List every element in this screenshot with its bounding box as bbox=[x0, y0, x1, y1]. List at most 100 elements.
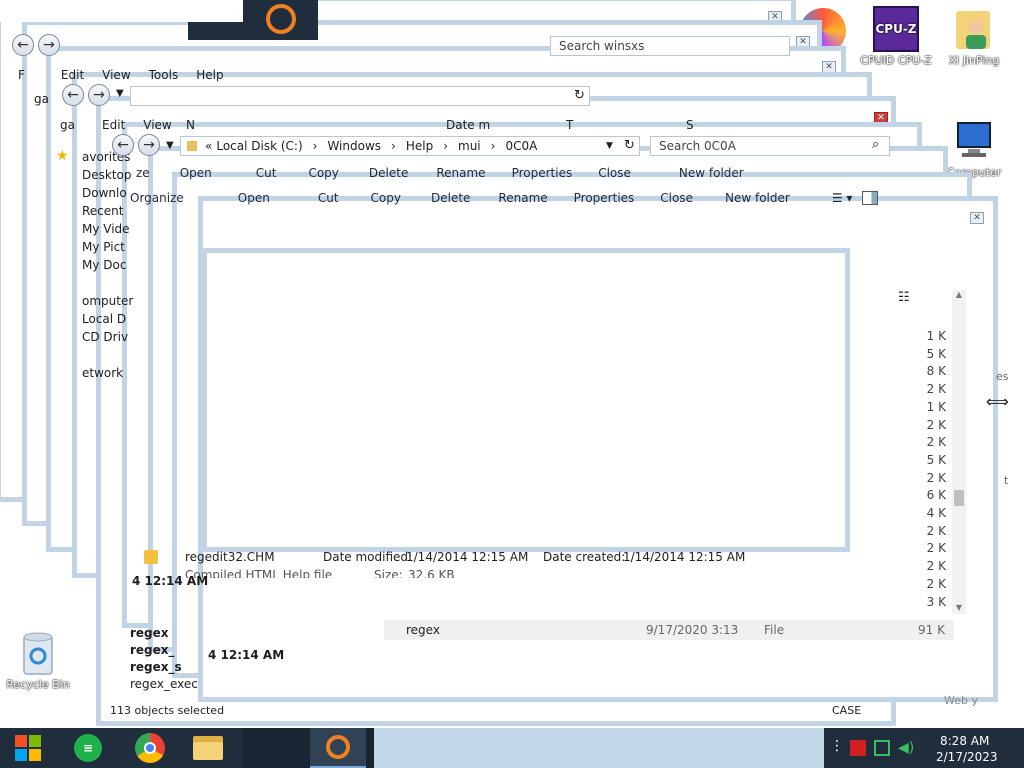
volume-icon[interactable]: ◀) bbox=[898, 740, 914, 756]
delete-button[interactable]: Delete bbox=[431, 191, 470, 205]
clock-time[interactable]: 8:28 AM bbox=[940, 734, 989, 748]
close-button[interactable]: Close bbox=[598, 166, 631, 180]
scroll-thumb[interactable] bbox=[954, 490, 964, 506]
menu-item-view[interactable]: View bbox=[143, 118, 171, 132]
clock-date[interactable]: 2/17/2023 bbox=[936, 750, 998, 764]
delete-button[interactable]: Delete bbox=[369, 166, 408, 180]
menu-item-file[interactable]: F bbox=[18, 68, 25, 82]
nav-item-computer[interactable]: omputer bbox=[82, 292, 133, 310]
nav-item-downloads[interactable]: Downlo bbox=[82, 184, 133, 202]
open-button[interactable]: Open bbox=[180, 166, 212, 180]
view-options-icon[interactable]: ☷ bbox=[898, 290, 910, 305]
nav-item-local-disk[interactable]: Local D bbox=[82, 310, 133, 328]
file-item[interactable]: regex_s bbox=[130, 659, 198, 676]
menu-item-edit[interactable]: Edit bbox=[61, 68, 84, 82]
rename-button[interactable]: Rename bbox=[436, 166, 485, 180]
file-item[interactable]: regex bbox=[130, 625, 198, 642]
close-icon[interactable]: ✕ bbox=[874, 112, 888, 124]
properties-button[interactable]: Properties bbox=[512, 166, 573, 180]
close-button[interactable]: Close bbox=[660, 191, 693, 205]
desktop-icon-cpuz[interactable]: CPU-Z CPUID CPU-Z bbox=[860, 6, 932, 67]
forward-icon[interactable]: → bbox=[138, 134, 160, 156]
search-icon[interactable]: ⌕ bbox=[872, 137, 879, 152]
menu-item-tools[interactable]: Tools bbox=[149, 68, 179, 82]
scroll-up-icon[interactable]: ▲ bbox=[952, 290, 966, 299]
nav-item-pictures[interactable]: My Pict bbox=[82, 238, 133, 256]
desktop-icon-computer[interactable]: Computer bbox=[938, 118, 1010, 179]
column-header-size[interactable]: S bbox=[686, 118, 694, 132]
column-header-date[interactable]: Date m bbox=[446, 118, 490, 132]
view-options-icon[interactable]: ☰ ▾ bbox=[832, 191, 853, 205]
notes-app[interactable]: ≡ bbox=[60, 728, 116, 768]
new-folder-button[interactable]: New folder bbox=[679, 166, 744, 180]
copy-button[interactable]: Copy bbox=[371, 191, 401, 205]
taskbar: ≡ ⋮ ◀) 8:28 AM 2/17/2023 bbox=[0, 728, 1024, 768]
edge-text-fragment: es bbox=[996, 370, 1009, 383]
folder-icon bbox=[187, 141, 197, 151]
breadcrumb-local-disk[interactable]: Local Disk (C:) bbox=[216, 139, 302, 153]
breadcrumb-overflow[interactable]: « bbox=[205, 139, 212, 153]
refresh-icon[interactable]: ↻ bbox=[624, 138, 635, 153]
nav-item-videos[interactable]: My Vide bbox=[82, 220, 133, 238]
forward-icon[interactable]: → bbox=[38, 34, 60, 56]
back-icon[interactable]: ← bbox=[112, 134, 134, 156]
network-icon[interactable] bbox=[874, 740, 890, 756]
vertical-scrollbar[interactable]: ▲ ▼ bbox=[952, 290, 966, 614]
cut-button[interactable]: Cut bbox=[318, 191, 339, 205]
copy-button[interactable]: Copy bbox=[308, 166, 338, 180]
search-input[interactable]: Search 0C0A bbox=[650, 136, 890, 156]
desktop-icon-recycle-bin[interactable]: Recycle Bin bbox=[2, 630, 74, 691]
breadcrumb-0c0a[interactable]: 0C0A bbox=[505, 139, 537, 153]
open-button[interactable]: Open bbox=[238, 191, 270, 205]
breadcrumb-windows[interactable]: Windows bbox=[327, 139, 381, 153]
close-icon[interactable]: ✕ bbox=[796, 36, 810, 48]
chevron-down-icon[interactable]: ▼ bbox=[606, 141, 613, 151]
address-bar-mid[interactable] bbox=[130, 86, 590, 106]
file-list: regex regex_ regex_s regex_exec bbox=[130, 625, 198, 693]
close-icon[interactable]: ✕ bbox=[822, 61, 836, 73]
file-item[interactable]: regex_exec bbox=[130, 676, 198, 693]
size-cell: 6 K bbox=[926, 488, 946, 503]
nav-item-desktop[interactable]: Desktop bbox=[82, 166, 133, 184]
properties-button[interactable]: Properties bbox=[574, 191, 635, 205]
breadcrumb-help[interactable]: Help bbox=[406, 139, 433, 153]
file-explorer-app[interactable] bbox=[180, 728, 236, 768]
nav-item-recent[interactable]: Recent bbox=[82, 202, 133, 220]
chevron-down-icon[interactable]: ▼ bbox=[116, 88, 124, 99]
column-header-name[interactable]: N bbox=[186, 118, 195, 132]
nav-item-cd-drive[interactable]: CD Driv bbox=[82, 328, 133, 346]
start-button[interactable] bbox=[0, 728, 56, 768]
nav-item-network[interactable]: etwork bbox=[82, 364, 133, 382]
toolbar-prefix[interactable]: ze bbox=[136, 166, 150, 180]
column-header-type[interactable]: T bbox=[566, 118, 573, 132]
scroll-down-icon[interactable]: ▼ bbox=[952, 603, 966, 612]
menu-item-help[interactable]: Help bbox=[196, 68, 223, 82]
rename-button[interactable]: Rename bbox=[498, 191, 547, 205]
organize-button[interactable]: Organize bbox=[130, 191, 184, 205]
search-input-winsxs[interactable]: Search winsxs bbox=[550, 36, 790, 56]
menu-item-view[interactable]: View bbox=[102, 68, 130, 82]
chrome-app[interactable] bbox=[122, 728, 178, 768]
chevron-down-icon[interactable]: ▼ bbox=[166, 140, 174, 151]
preview-pane-icon[interactable] bbox=[862, 191, 879, 205]
new-folder-button[interactable]: New folder bbox=[725, 191, 790, 205]
address-bar[interactable]: « Local Disk (C:) › Windows › Help › mui… bbox=[180, 136, 640, 156]
menu-item-edit[interactable]: Edit bbox=[102, 118, 125, 132]
search-app[interactable] bbox=[310, 728, 366, 768]
desktop-icon-user[interactable]: Xi JinPing bbox=[938, 6, 1010, 67]
back-icon[interactable]: ← bbox=[62, 84, 84, 106]
user-folder-icon bbox=[951, 6, 997, 52]
cut-button[interactable]: Cut bbox=[256, 166, 277, 180]
close-icon[interactable]: ✕ bbox=[768, 11, 782, 23]
refresh-icon[interactable]: ↻ bbox=[574, 88, 585, 103]
breadcrumb-mui[interactable]: mui bbox=[458, 139, 481, 153]
tray-overflow-icon[interactable]: ⋮ bbox=[830, 738, 844, 754]
nav-item-documents[interactable]: My Doc bbox=[82, 256, 133, 274]
list-row[interactable]: regex 9/17/2020 3:13 File 91 K bbox=[384, 620, 954, 640]
forward-icon[interactable]: → bbox=[88, 84, 110, 106]
close-icon[interactable]: ✕ bbox=[970, 212, 984, 224]
flag-icon[interactable] bbox=[850, 740, 866, 756]
file-item[interactable]: regex_ bbox=[130, 642, 198, 659]
back-icon[interactable]: ← bbox=[12, 34, 34, 56]
details-file-name: regedit32.CHM bbox=[185, 550, 275, 564]
